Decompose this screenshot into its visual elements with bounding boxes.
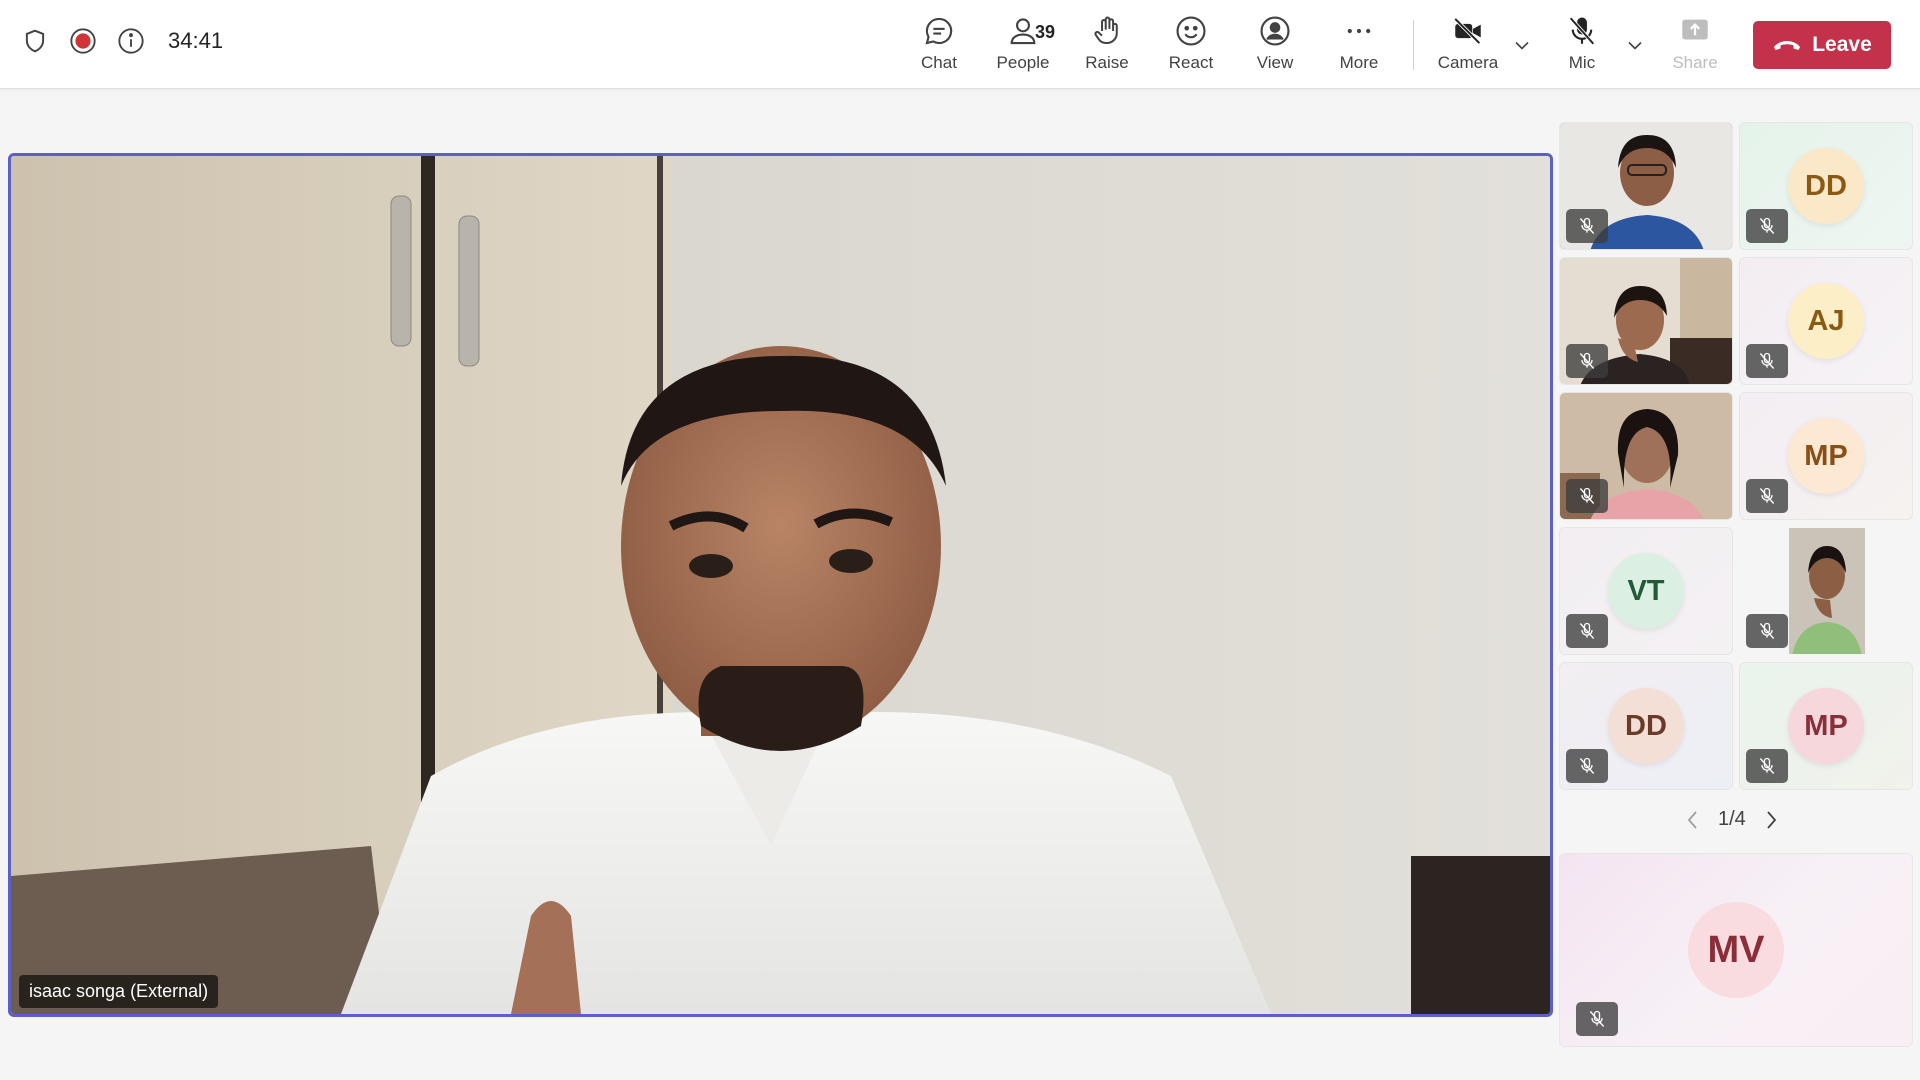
participant-tile-video-4[interactable] — [1739, 527, 1913, 655]
people-label: People — [996, 53, 1050, 72]
muted-mic-icon — [1566, 209, 1608, 243]
recording-icon[interactable] — [68, 26, 98, 56]
participant-tile-5[interactable]: MP — [1739, 392, 1913, 520]
muted-mic-icon — [1566, 614, 1608, 648]
gallery-pager: 1/4 — [1684, 808, 1780, 831]
meeting-info-group: 34:41 — [20, 26, 223, 56]
share-button[interactable]: Share — [1652, 14, 1738, 78]
self-video-tile[interactable]: MV — [1559, 853, 1913, 1047]
participant-tile-video-3[interactable] — [1559, 392, 1733, 520]
mic-off-icon — [1569, 17, 1595, 45]
participant-avatar: MP — [1788, 418, 1864, 494]
participant-tile-9[interactable]: MP — [1739, 662, 1913, 790]
more-button[interactable]: More — [1316, 14, 1402, 78]
raise-hand-icon — [1094, 16, 1118, 45]
participant-tile-video-1[interactable] — [1559, 122, 1733, 250]
share-icon — [1682, 19, 1708, 40]
meeting-toolbar: 34:41 Chat 39 People Raise React View Mo… — [0, 0, 1920, 89]
react-label: React — [1168, 53, 1214, 72]
view-icon — [1260, 16, 1290, 46]
people-count-badge: 39 — [1035, 22, 1056, 42]
participant-tile-video-2[interactable] — [1559, 257, 1733, 385]
leave-button[interactable]: Leave — [1753, 21, 1891, 69]
raise-hand-button[interactable]: Raise — [1064, 14, 1150, 78]
main-speaker-video[interactable]: isaac songa (External) — [8, 153, 1553, 1017]
camera-off-icon — [1453, 17, 1481, 45]
participant-avatar: DD — [1608, 688, 1684, 764]
muted-mic-icon — [1746, 479, 1788, 513]
view-button[interactable]: View — [1232, 14, 1318, 78]
raise-label: Raise — [1085, 53, 1129, 72]
participant-avatar: AJ — [1788, 283, 1864, 359]
muted-mic-icon — [1746, 749, 1788, 783]
people-button[interactable]: 39 People — [980, 14, 1066, 78]
meeting-timer: 34:41 — [168, 28, 224, 53]
participant-tile-6[interactable]: VT — [1559, 527, 1733, 655]
toolbar-divider — [1413, 20, 1414, 70]
chat-button[interactable]: Chat — [896, 14, 982, 78]
muted-mic-icon — [1746, 344, 1788, 378]
participant-avatar: MP — [1788, 688, 1864, 764]
mic-button[interactable]: Mic — [1539, 14, 1625, 78]
chat-label: Chat — [921, 53, 957, 72]
info-icon[interactable] — [116, 26, 146, 56]
participant-tile-1[interactable]: DD — [1739, 122, 1913, 250]
camera-options-chevron-down-icon[interactable] — [1510, 33, 1534, 57]
participant-tile-3[interactable]: AJ — [1739, 257, 1913, 385]
speaker-video-frame — [11, 156, 1550, 1014]
more-icon — [1347, 28, 1371, 34]
muted-mic-icon — [1746, 209, 1788, 243]
mic-options-chevron-down-icon[interactable] — [1623, 33, 1647, 57]
participant-avatar: VT — [1608, 553, 1684, 629]
muted-mic-icon — [1566, 749, 1608, 783]
camera-label: Camera — [1437, 53, 1499, 72]
camera-button[interactable]: Camera — [1425, 14, 1511, 78]
hang-up-icon — [1774, 41, 1801, 50]
speaker-name-badge: isaac songa (External) — [19, 975, 219, 1008]
leave-label: Leave — [1812, 33, 1872, 56]
muted-mic-icon — [1566, 479, 1608, 513]
react-button[interactable]: React — [1148, 14, 1234, 78]
participant-avatar: DD — [1788, 148, 1864, 224]
muted-mic-icon — [1566, 344, 1608, 378]
chat-icon — [925, 17, 953, 45]
self-avatar: MV — [1688, 902, 1784, 998]
share-label: Share — [1672, 53, 1718, 72]
participant-tile-8[interactable]: DD — [1559, 662, 1733, 790]
more-label: More — [1339, 53, 1379, 72]
mic-label: Mic — [1568, 53, 1596, 72]
view-label: View — [1256, 53, 1294, 72]
shield-icon[interactable] — [20, 26, 50, 56]
smiley-icon — [1176, 16, 1206, 46]
next-page-chevron-right-icon[interactable] — [1762, 809, 1780, 831]
page-indicator: 1/4 — [1718, 808, 1746, 830]
muted-mic-icon — [1746, 614, 1788, 648]
muted-mic-icon — [1576, 1002, 1618, 1036]
previous-page-chevron-left-icon[interactable] — [1684, 809, 1702, 831]
